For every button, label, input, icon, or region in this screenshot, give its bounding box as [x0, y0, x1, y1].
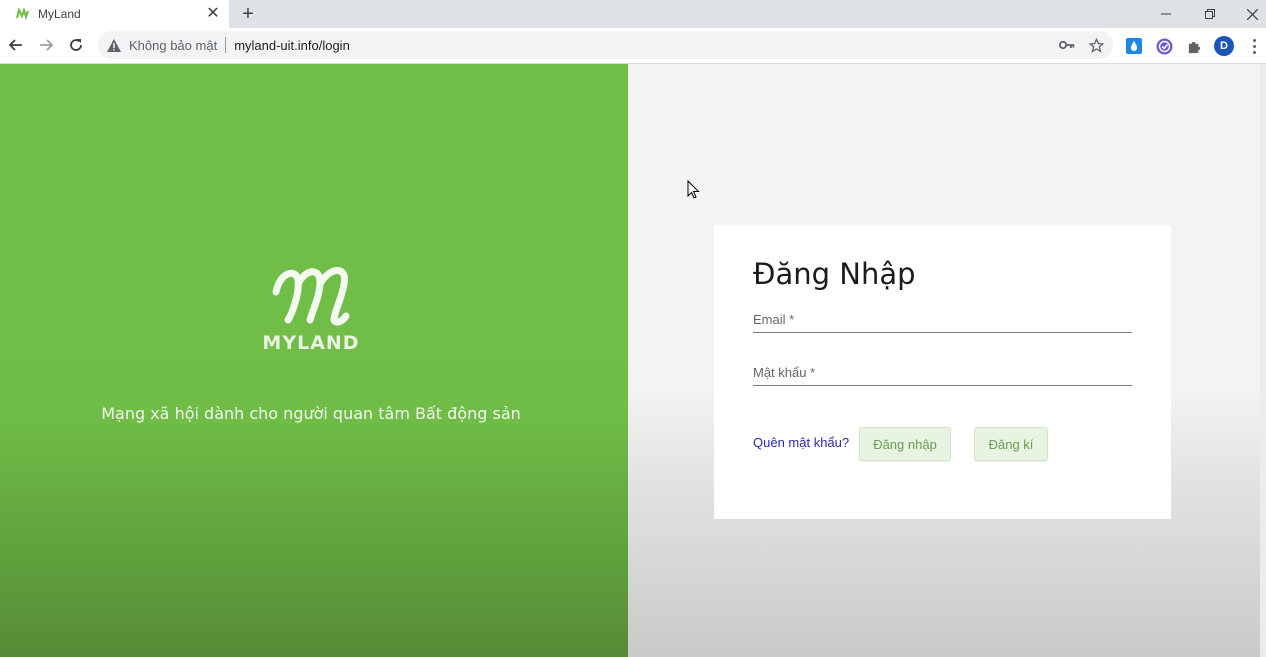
- new-tab-button[interactable]: +: [238, 4, 258, 24]
- close-tab-icon[interactable]: ✕: [203, 4, 223, 24]
- extension-drop-icon[interactable]: [1125, 37, 1143, 55]
- close-window-icon[interactable]: [1230, 0, 1266, 28]
- minimize-icon[interactable]: [1144, 0, 1188, 28]
- tab-myland[interactable]: MyLand ✕: [0, 0, 229, 28]
- extension-check-icon[interactable]: [1155, 37, 1173, 55]
- omnibox-divider: [225, 37, 227, 53]
- myland-favicon-icon: [16, 8, 30, 20]
- kebab-menu-icon[interactable]: [1246, 36, 1262, 56]
- star-icon[interactable]: [1085, 31, 1107, 59]
- back-arrow-icon[interactable]: [5, 34, 27, 56]
- restore-icon[interactable]: [1188, 0, 1232, 28]
- password-field[interactable]: Mật khẩu *: [753, 362, 1132, 386]
- tagline: Mạng xã hội dành cho người quan tâm Bất …: [101, 404, 521, 423]
- puzzle-icon[interactable]: [1185, 37, 1203, 55]
- forward-arrow-icon[interactable]: [35, 34, 57, 56]
- not-secure-label[interactable]: Không bảo mật: [129, 38, 217, 53]
- browser-toolbar: Không bảo mật myland-uit.info/login D: [0, 28, 1266, 64]
- key-icon[interactable]: [1056, 31, 1078, 59]
- branding-panel: MYLAND Mạng xã hội dành cho người quan t…: [0, 64, 628, 657]
- logo-wordmark: MYLAND: [262, 332, 360, 354]
- password-label: Mật khẩu *: [753, 365, 816, 380]
- login-card: Đăng Nhập Email * Mật khẩu * Quên mật kh…: [714, 225, 1171, 519]
- page-content: MYLAND Mạng xã hội dành cho người quan t…: [0, 64, 1266, 657]
- register-button[interactable]: Đăng kí: [974, 427, 1048, 461]
- email-label: Email *: [753, 312, 795, 327]
- address-bar[interactable]: Không bảo mật myland-uit.info/login: [98, 31, 1113, 59]
- login-title: Đăng Nhập: [753, 257, 916, 291]
- url-text[interactable]: myland-uit.info/login: [234, 38, 350, 53]
- mouse-cursor-icon: [687, 179, 701, 200]
- forgot-password-link[interactable]: Quên mật khẩu?: [753, 435, 849, 450]
- page-scrollbar[interactable]: [1260, 64, 1266, 657]
- login-button[interactable]: Đăng nhập: [859, 427, 951, 461]
- reload-icon[interactable]: [65, 34, 87, 56]
- tab-title: MyLand: [38, 7, 81, 21]
- profile-avatar[interactable]: D: [1214, 36, 1234, 56]
- tab-strip: MyLand ✕ +: [0, 0, 1266, 28]
- email-field[interactable]: Email *: [753, 309, 1132, 333]
- warning-icon[interactable]: [107, 38, 121, 52]
